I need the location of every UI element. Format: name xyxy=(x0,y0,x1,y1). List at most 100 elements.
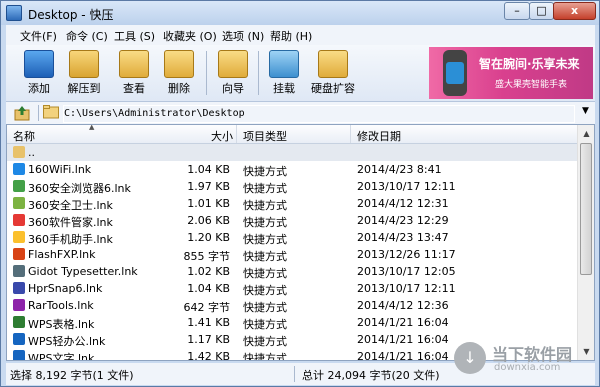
magnifier-icon xyxy=(119,50,149,78)
add-button[interactable]: 添加 xyxy=(18,48,60,98)
file-type: 快捷方式 xyxy=(243,318,287,331)
file-type: 快捷方式 xyxy=(243,199,287,212)
file-name: WPS轻办公.lnk xyxy=(28,335,106,348)
smartwatch-image xyxy=(443,50,467,96)
wizard-label: 向导 xyxy=(222,82,244,95)
up-folder-icon[interactable] xyxy=(14,105,30,121)
ftp-icon xyxy=(13,248,25,260)
file-type: 快捷方式 xyxy=(243,352,287,361)
column-header: 名称 ▲ 大小 项目类型 修改日期 xyxy=(7,125,577,144)
shield-icon xyxy=(13,197,25,209)
file-date: 2014/4/12 12:31 xyxy=(357,197,449,210)
extract-icon xyxy=(69,50,99,78)
column-size[interactable]: 大小 xyxy=(211,128,233,144)
file-name: .. xyxy=(28,146,35,159)
app-window: Desktop - 快压 – □ x 文件(F) 命令 (C) 工具 (S) 收… xyxy=(0,0,600,387)
file-name: 360安全浏览器6.lnk xyxy=(28,182,131,195)
file-size: 855 字节 xyxy=(183,250,231,263)
delete-label: 删除 xyxy=(168,82,190,95)
file-size: 1.20 KB xyxy=(187,231,230,244)
file-size: 1.01 KB xyxy=(187,197,230,210)
view-button[interactable]: 查看 xyxy=(113,48,155,98)
file-name: WPS表格.lnk xyxy=(28,318,95,331)
mount-label: 挂载 xyxy=(273,82,295,95)
wps-office-icon xyxy=(13,333,25,345)
file-row[interactable]: 360安全浏览器6.lnk 1.97 KB 快捷方式 2013/10/17 12:11 xyxy=(7,178,577,195)
file-row[interactable]: FlashFXP.lnk 855 字节 快捷方式 2013/12/26 11:17 xyxy=(7,246,577,263)
file-row[interactable]: HprSnap6.lnk 1.04 KB 快捷方式 2013/10/17 12:11 xyxy=(7,280,577,297)
disk-expand-label: 硬盘扩容 xyxy=(311,82,355,95)
software-manager-icon xyxy=(13,214,25,226)
delete-button[interactable]: 删除 xyxy=(158,48,200,98)
file-row[interactable]: 360手机助手.lnk 1.20 KB 快捷方式 2014/4/23 13:47 xyxy=(7,229,577,246)
column-type[interactable]: 项目类型 xyxy=(243,128,287,144)
title-bar[interactable]: Desktop - 快压 – □ x xyxy=(1,1,599,25)
file-size: 1.97 KB xyxy=(187,180,230,193)
maximize-button[interactable]: □ xyxy=(529,2,554,20)
menu-command[interactable]: 命令 (C) xyxy=(66,28,108,44)
scroll-thumb[interactable] xyxy=(580,143,592,275)
toolbar-separator xyxy=(258,51,259,95)
file-date: 2013/10/17 12:11 xyxy=(357,282,456,295)
file-date: 2014/4/23 8:41 xyxy=(357,163,442,176)
file-row[interactable]: 160WiFi.lnk 1.04 KB 快捷方式 2014/4/23 8:41 xyxy=(7,161,577,178)
file-date: 2014/4/23 12:29 xyxy=(357,214,449,227)
mount-button[interactable]: 挂载 xyxy=(263,48,305,98)
file-row[interactable]: 360安全卫士.lnk 1.01 KB 快捷方式 2014/4/12 12:31 xyxy=(7,195,577,212)
file-name: RarTools.lnk xyxy=(28,299,94,312)
path-input[interactable]: C:\Users\Administrator\Desktop xyxy=(63,105,575,123)
wifi-icon xyxy=(13,163,25,175)
minimize-button[interactable]: – xyxy=(504,2,530,20)
sort-ascending-icon: ▲ xyxy=(89,124,95,131)
scroll-up-button[interactable]: ▲ xyxy=(578,125,594,142)
phone-assistant-icon xyxy=(13,231,25,243)
file-row[interactable]: RarTools.lnk 642 字节 快捷方式 2014/4/12 12:36 xyxy=(7,297,577,314)
view-label: 查看 xyxy=(123,82,145,95)
window-title: Desktop - 快压 xyxy=(28,8,114,22)
toolbar-separator xyxy=(206,51,207,95)
file-size: 1.42 KB xyxy=(187,350,230,361)
menu-tools[interactable]: 工具 (S) xyxy=(114,28,155,44)
snapshot-icon xyxy=(13,282,25,294)
column-date[interactable]: 修改日期 xyxy=(357,128,401,144)
file-type: 快捷方式 xyxy=(243,250,287,263)
file-name: 360手机助手.lnk xyxy=(28,233,113,246)
close-button[interactable]: x xyxy=(553,2,596,20)
column-divider[interactable] xyxy=(350,125,351,143)
file-type: 快捷方式 xyxy=(243,335,287,348)
add-label: 添加 xyxy=(28,82,50,95)
file-type: 快捷方式 xyxy=(243,284,287,297)
file-name: 360软件管家.lnk xyxy=(28,216,113,229)
menu-favorites[interactable]: 收藏夹 (O) xyxy=(163,28,217,44)
menu-help[interactable]: 帮助 (H) xyxy=(270,28,312,44)
file-name: 360安全卫士.lnk xyxy=(28,199,113,212)
file-type: 快捷方式 xyxy=(243,233,287,246)
file-row[interactable]: WPS表格.lnk 1.41 KB 快捷方式 2014/1/21 16:04 xyxy=(7,314,577,331)
file-type: 快捷方式 xyxy=(243,216,287,229)
wizard-button[interactable]: 向导 xyxy=(212,48,254,98)
vertical-scrollbar[interactable]: ▲ ▼ xyxy=(577,125,594,360)
file-row[interactable]: 360软件管家.lnk 2.06 KB 快捷方式 2014/4/23 12:29 xyxy=(7,212,577,229)
chevron-down-icon[interactable]: ▼ xyxy=(582,106,589,116)
disk-expand-icon xyxy=(318,50,348,78)
selection-status: 选择 8,192 字节(1 文件) xyxy=(10,369,134,382)
file-row[interactable]: Gidot Typesetter.lnk 1.02 KB 快捷方式 2013/10/1… xyxy=(7,263,577,280)
column-divider[interactable] xyxy=(236,125,237,143)
ad-banner[interactable]: 智在腕间·乐享未来 盛大果壳智能手表 xyxy=(429,47,593,99)
wps-writer-icon xyxy=(13,350,25,360)
watermark: ↓ 当下软件园 downxia.com xyxy=(454,340,589,378)
menu-options[interactable]: 选项 (N) xyxy=(222,28,264,44)
extract-button[interactable]: 解压到 xyxy=(63,48,105,98)
download-icon: ↓ xyxy=(454,342,486,374)
wps-spreadsheet-icon xyxy=(13,316,25,328)
file-name: FlashFXP.lnk xyxy=(28,248,96,261)
column-name[interactable]: 名称 xyxy=(13,128,35,144)
file-type: 快捷方式 xyxy=(243,267,287,280)
file-size: 1.41 KB xyxy=(187,316,230,329)
status-separator xyxy=(294,366,295,382)
parent-folder-row[interactable]: .. xyxy=(7,144,577,161)
menu-file[interactable]: 文件(F) xyxy=(20,28,57,44)
address-separator xyxy=(38,105,39,121)
disk-expand-button[interactable]: 硬盘扩容 xyxy=(308,48,358,98)
file-date: 2014/1/21 16:04 xyxy=(357,350,449,361)
